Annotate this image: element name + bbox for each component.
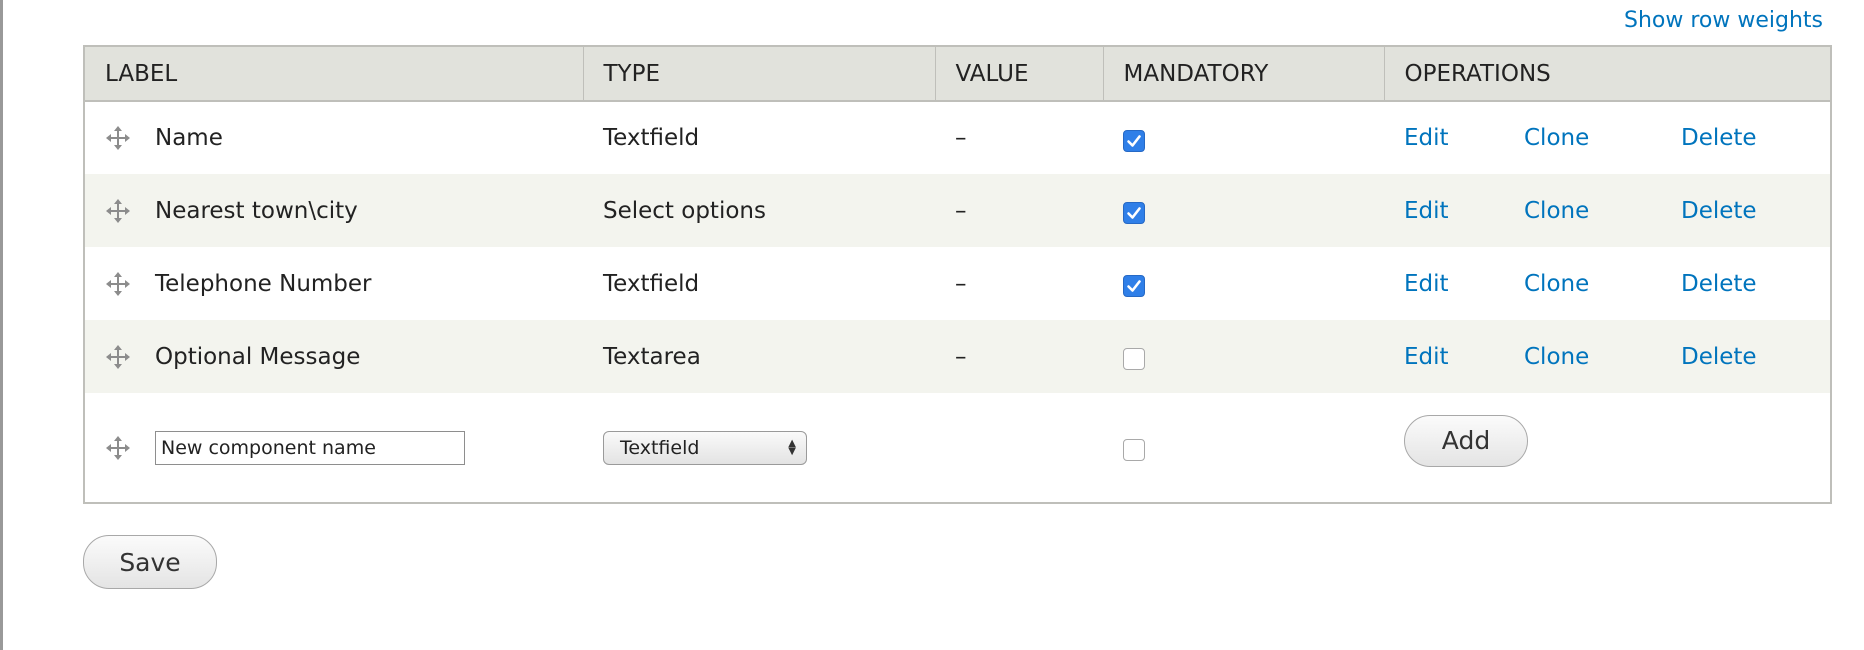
table-row: Telephone Number Textfield – Edit Clone … [84,247,1831,320]
clone-link[interactable]: Clone [1524,271,1681,297]
save-button[interactable]: Save [83,535,217,589]
show-row-weights-link[interactable]: Show row weights [1624,8,1823,33]
row-label: Name [155,125,223,151]
row-value: – [955,125,967,151]
drag-handle-icon[interactable] [105,435,131,461]
delete-link[interactable]: Delete [1681,344,1757,370]
delete-link[interactable]: Delete [1681,125,1757,151]
clone-link[interactable]: Clone [1524,198,1681,224]
mandatory-checkbox[interactable] [1123,202,1145,224]
new-component-name-input[interactable] [155,430,465,465]
column-header-label: LABEL [84,46,584,102]
new-component-mandatory-checkbox[interactable] [1123,439,1145,461]
component-type-selected: Textfield [620,436,700,459]
row-value: – [955,343,967,370]
column-header-value: VALUE [935,46,1104,102]
row-type: Textarea [603,343,701,370]
delete-link[interactable]: Delete [1681,198,1757,224]
drag-handle-icon[interactable] [105,344,131,370]
column-header-type: TYPE [583,46,936,102]
left-border [0,0,3,650]
drag-handle-icon[interactable] [105,271,131,297]
row-label: Telephone Number [155,270,372,297]
row-value: – [955,197,967,224]
new-row-value-cell [935,393,1103,503]
column-header-mandatory: MANDATORY [1103,46,1385,102]
new-component-row: Textfield ▲▼ Add [84,393,1831,503]
add-button[interactable]: Add [1404,414,1528,467]
mandatory-checkbox[interactable] [1123,275,1145,297]
table-header-row: LABEL TYPE VALUE MANDATORY OPERATIONS [84,46,1831,102]
table-row: Nearest town\city Select options – Edit … [84,174,1831,247]
table-row: Name Textfield – Edit Clone Delete [84,101,1831,174]
clone-link[interactable]: Clone [1524,344,1681,370]
row-label: Optional Message [155,343,361,370]
edit-link[interactable]: Edit [1404,198,1524,224]
component-type-select[interactable]: Textfield ▲ ▼ [603,430,807,465]
column-header-operations: OPERATIONS [1384,46,1831,102]
drag-handle-icon[interactable] [105,198,131,224]
clone-link[interactable]: Clone [1524,125,1681,151]
row-value: – [955,270,967,297]
row-type: Select options [603,197,766,224]
edit-link[interactable]: Edit [1404,344,1524,370]
select-arrows-icon: ▲ ▼ [788,437,796,457]
components-table: LABEL TYPE VALUE MANDATORY OPERATIONS Na… [83,45,1832,504]
edit-link[interactable]: Edit [1404,271,1524,297]
row-type: Textfield [603,125,700,151]
table-row: Optional Message Textarea – Edit Clone D… [84,320,1831,393]
edit-link[interactable]: Edit [1404,125,1524,151]
mandatory-checkbox[interactable] [1123,129,1145,152]
mandatory-checkbox[interactable] [1123,348,1145,370]
delete-link[interactable]: Delete [1681,271,1757,297]
drag-handle-icon[interactable] [105,125,131,151]
row-type: Textfield [603,270,700,297]
row-label: Nearest town\city [155,197,358,224]
